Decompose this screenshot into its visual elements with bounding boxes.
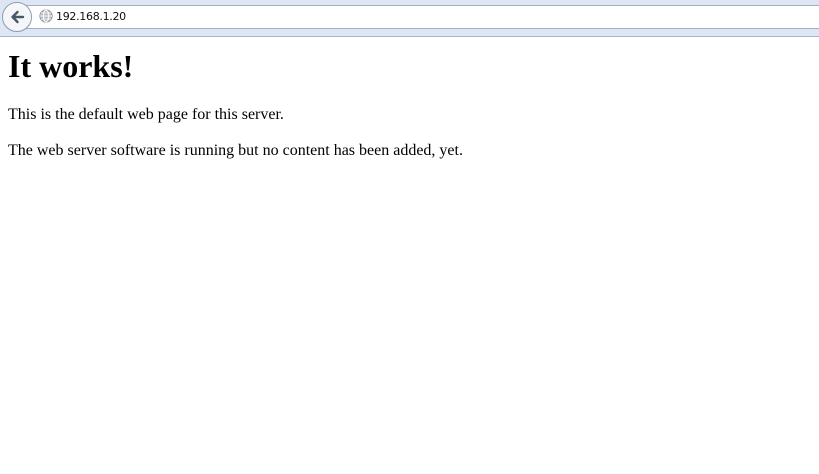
globe-icon[interactable] (39, 9, 53, 23)
page-paragraph-status: The web server software is running but n… (8, 142, 463, 159)
back-arrow-icon (9, 9, 25, 25)
address-bar-url[interactable]: 192.168.1.20 (56, 10, 126, 24)
page-paragraph-default: This is the default web page for this se… (8, 106, 284, 123)
page-content: It works! This is the default web page f… (8, 37, 811, 160)
back-button[interactable] (2, 2, 32, 32)
page-heading: It works! (8, 48, 134, 84)
navigation-toolbar: 192.168.1.20 (0, 0, 819, 37)
address-bar[interactable]: 192.168.1.20 (14, 5, 819, 29)
